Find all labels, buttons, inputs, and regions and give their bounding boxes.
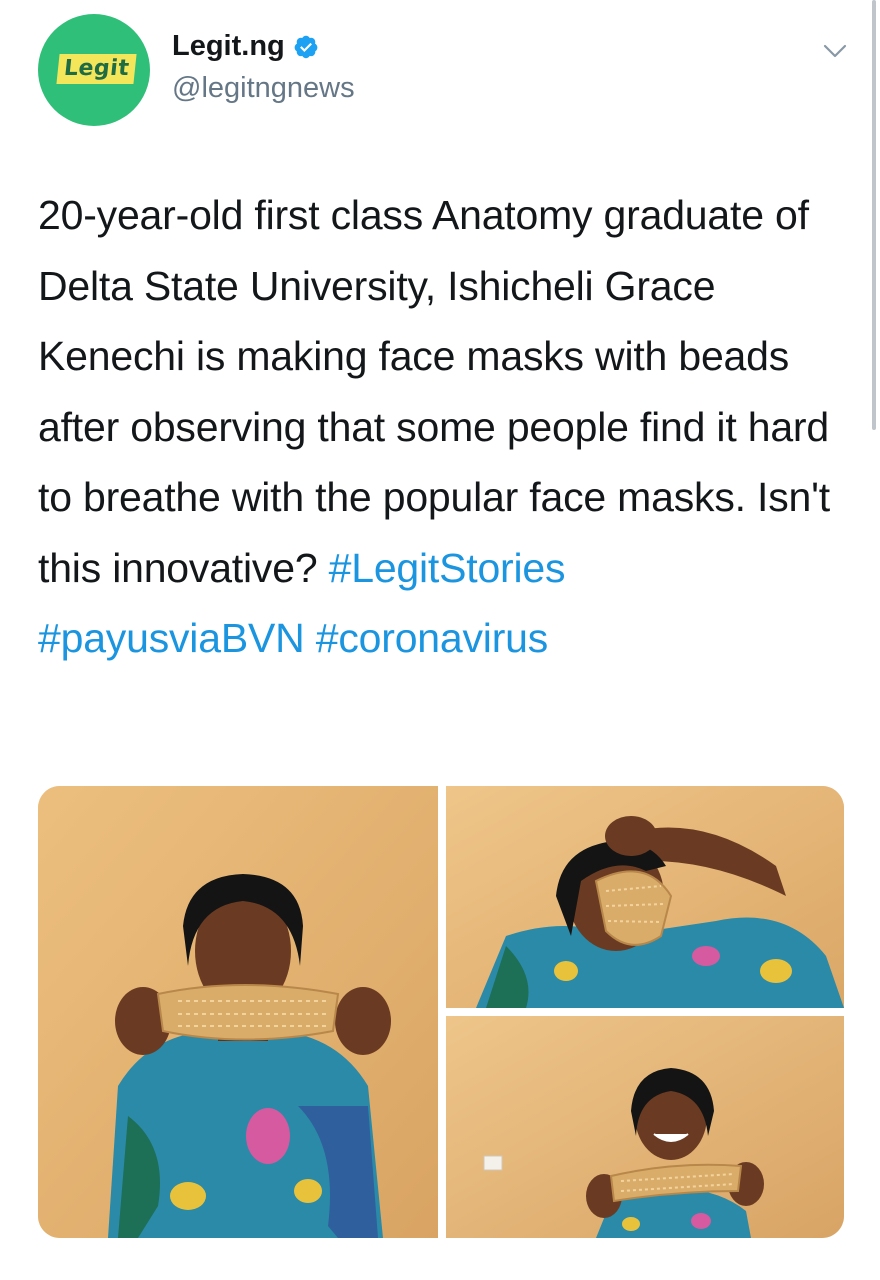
hashtag-link[interactable]: #payusviaBVN — [38, 615, 305, 661]
display-name-row[interactable]: Legit.ng — [172, 30, 319, 63]
handle[interactable]: @legitngnews — [172, 72, 355, 105]
scrollbar[interactable] — [872, 0, 876, 430]
display-name[interactable]: Legit.ng — [172, 30, 285, 63]
avatar[interactable]: Legit — [38, 14, 150, 126]
tweet-body-text: 20-year-old first class Anatomy graduate… — [38, 192, 830, 591]
avatar-logo-text: Legit — [56, 54, 137, 84]
verified-badge-icon — [293, 34, 319, 60]
media-grid — [38, 786, 844, 1238]
hashtag-link[interactable]: #LegitStories — [329, 545, 566, 591]
media-photo-2[interactable] — [446, 786, 844, 1008]
chevron-down-icon[interactable] — [820, 36, 850, 66]
media-photo-1[interactable] — [38, 786, 438, 1238]
hashtag-link[interactable]: #coronavirus — [316, 615, 549, 661]
tweet-card: Legit Legit.ng @legitngnews 20-year-old … — [0, 0, 880, 1280]
media-photo-3[interactable] — [446, 1016, 844, 1238]
tweet-text: 20-year-old first class Anatomy graduate… — [38, 180, 848, 674]
